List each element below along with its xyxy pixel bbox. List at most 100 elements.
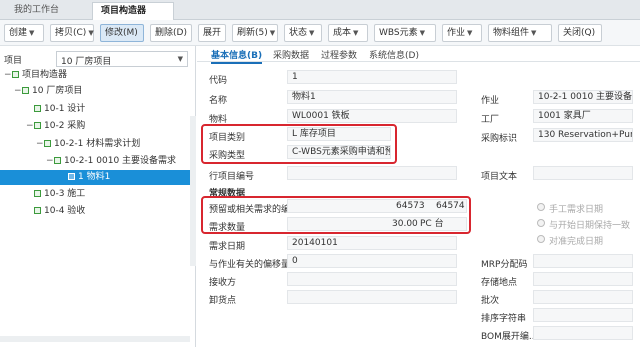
create-button[interactable]: 创建 ▼	[4, 24, 44, 42]
refresh-label: 刷新(5)	[237, 28, 268, 38]
item-category-value: L 库存项目	[292, 129, 336, 139]
item-text-field[interactable]	[533, 166, 633, 180]
storage-location-label: 存储地点	[481, 278, 518, 288]
toolbar: 创建 ▼ 拷贝(C) ▼ 修改(M) 删除(D) 展开 刷新(5) ▼ 状态 ▼ 成本 ▼…	[0, 20, 640, 46]
tab-basic-info[interactable]: 基本信息(B)	[211, 48, 263, 64]
tree-node[interactable]: 10-1 设计	[26, 102, 190, 117]
collapse-icon[interactable]: −	[46, 154, 54, 169]
chevron-down-icon: ▼	[309, 29, 315, 37]
offset-field[interactable]: 0	[287, 254, 457, 268]
close-button[interactable]: 关闭(Q)	[558, 24, 602, 42]
radio-align-start-label: 与开始日期保持一致	[549, 221, 631, 231]
node-icon	[68, 173, 75, 180]
collapse-icon[interactable]: −	[14, 84, 22, 99]
requirement-date-label: 需求日期	[209, 242, 246, 252]
refresh-button[interactable]: 刷新(5) ▼	[232, 24, 278, 42]
tree-node[interactable]: 10-4 验收	[26, 204, 190, 219]
code-field[interactable]: 1	[287, 70, 457, 84]
requirement-number-label: 预留或相关需求的编号	[209, 205, 300, 215]
job-button[interactable]: 作业 ▼	[442, 24, 482, 42]
unloading-point-field[interactable]	[287, 290, 457, 304]
delete-label: 删除(D)	[155, 28, 187, 38]
quantity-unit: PC 台	[420, 219, 444, 229]
collapse-icon[interactable]: −	[4, 68, 12, 83]
wbs-button[interactable]: WBS元素 ▼	[374, 24, 436, 42]
requirement-number-field[interactable]: 64573 64574	[287, 199, 467, 213]
tree-node[interactable]: −10-2-1 材料需求计划	[36, 137, 190, 152]
copy-button[interactable]: 拷贝(C) ▼	[50, 24, 94, 42]
storage-location-field[interactable]	[533, 272, 633, 286]
batch-field[interactable]	[533, 290, 633, 304]
status-button[interactable]: 状态 ▼	[284, 24, 322, 42]
item-category-label: 项目类别	[209, 133, 246, 143]
tab-project-builder[interactable]: 项目构造器×	[92, 2, 174, 33]
material-label: 物料组件	[493, 28, 530, 38]
node-icon	[54, 157, 61, 164]
tab-process-params[interactable]: 过程参数	[321, 48, 357, 61]
tree-node-label: 10-2 采购	[44, 121, 86, 131]
detail-panel: 基本信息(B) 采购数据 过程参数 系统信息(D) 代码 1 名称 物料1 物料…	[197, 46, 640, 347]
requirement-date-field[interactable]: 20140101	[287, 236, 457, 250]
requirement-number-value-2: 64574	[436, 201, 465, 211]
quantity-value: 30.00	[392, 219, 418, 229]
tree-node[interactable]: −10 厂房项目	[14, 84, 190, 99]
chevron-down-icon: ▼	[29, 29, 35, 37]
receiver-label: 接收方	[209, 278, 237, 288]
sort-string-field[interactable]	[533, 308, 633, 322]
name-label: 名称	[209, 96, 228, 106]
project-selector-row: 项目 10 厂房项目 ▼	[0, 50, 196, 68]
tab-purchase-data[interactable]: 采购数据	[273, 48, 309, 61]
line-number-field[interactable]	[287, 166, 457, 180]
horizontal-scrollbar[interactable]	[0, 336, 190, 342]
project-select[interactable]: 10 厂房项目 ▼	[56, 51, 188, 67]
collapse-icon[interactable]: −	[36, 137, 44, 152]
cost-label: 成本	[333, 28, 352, 38]
plant-field[interactable]: 1001 家具厂	[533, 109, 633, 123]
node-icon	[12, 71, 19, 78]
item-category-field[interactable]: L 库存项目	[287, 127, 391, 141]
expand-label: 展开	[203, 28, 222, 38]
tree-node-selected[interactable]: 1 物料1	[0, 170, 190, 185]
tree-node[interactable]: 10-3 施工	[26, 187, 190, 202]
create-label: 创建	[9, 28, 28, 38]
modify-button[interactable]: 修改(M)	[100, 24, 144, 42]
job-field[interactable]: 10-2-1 0010 主要设备需求	[533, 90, 633, 104]
line-number-label: 行项目编号	[209, 172, 255, 182]
quantity-field[interactable]: 30.00 PC 台	[287, 217, 467, 231]
expand-button[interactable]: 展开	[198, 24, 226, 42]
quantity-label: 需求数量	[209, 223, 246, 233]
mrp-area-field[interactable]	[533, 254, 633, 268]
chevron-down-icon: ▼	[531, 29, 537, 37]
receiver-field[interactable]	[287, 272, 457, 286]
tab-system-info[interactable]: 系统信息(D)	[369, 48, 419, 61]
collapse-icon[interactable]: −	[26, 119, 34, 134]
vertical-scrollbar[interactable]	[190, 116, 196, 266]
radio-manual-date-label: 手工需求日期	[549, 205, 604, 215]
delete-button[interactable]: 删除(D)	[150, 24, 192, 42]
tab-workbench[interactable]: 我的工作台	[6, 2, 67, 20]
material-component-button[interactable]: 物料组件 ▼	[488, 24, 552, 42]
chevron-down-icon: ▼	[467, 29, 473, 37]
tree-node[interactable]: −10-2 采购	[26, 119, 190, 134]
chevron-down-icon: ▼	[88, 29, 94, 37]
job-label: 作业	[481, 96, 500, 106]
cost-button[interactable]: 成本 ▼	[328, 24, 368, 42]
name-value: 物料1	[292, 92, 316, 102]
procurement-indicator-field[interactable]: 130 Reservation+Purch.r	[533, 128, 633, 142]
sort-string-label: 排序字符串	[481, 314, 527, 324]
bom-explosion-field[interactable]	[533, 326, 633, 340]
plant-value: 1001 家具厂	[538, 111, 591, 121]
radio-align-finish[interactable]	[537, 235, 545, 243]
radio-manual-date[interactable]	[537, 203, 545, 211]
item-text-label: 项目文本	[481, 172, 518, 182]
procurement-type-field[interactable]: C-WBS元素采购申请和预留	[287, 145, 391, 159]
tree-node[interactable]: −10-2-1 0010 主要设备需求	[46, 154, 190, 169]
tab-bar: 我的工作台 项目构造器×	[0, 0, 640, 33]
tree-node[interactable]: − 项目构造器	[4, 68, 190, 83]
radio-align-start[interactable]	[537, 219, 545, 227]
material-field[interactable]: WL0001 铁板	[287, 109, 457, 123]
name-field[interactable]: 物料1	[287, 90, 457, 104]
chevron-down-icon: ▼	[419, 29, 426, 37]
node-icon	[34, 122, 41, 129]
tree-node-label: 10-3 施工	[44, 189, 86, 199]
